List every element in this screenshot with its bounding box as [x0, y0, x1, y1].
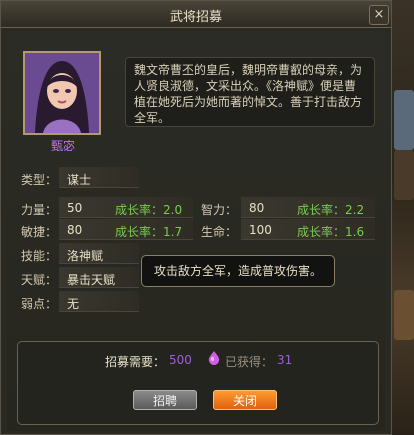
hero-name: 甄宓	[50, 139, 75, 153]
skill-value[interactable]: 洛神赋	[67, 247, 103, 264]
close-button[interactable]: 关闭	[213, 390, 277, 410]
type-value: 谋士	[67, 173, 92, 187]
hero-portrait	[23, 51, 101, 135]
background-character	[394, 290, 414, 340]
recruit-cost-label: 招募需要：	[105, 355, 166, 369]
soul-gem-icon	[208, 351, 220, 365]
background-scene	[392, 0, 414, 435]
owned-value: 31	[277, 353, 293, 367]
title-bar: 武将招募 ×	[1, 1, 391, 28]
weakness-label: 弱点：	[21, 297, 58, 311]
strength-growth: 成长率：2.0	[115, 203, 183, 217]
hero-bio: 魏文帝曹丕的皇后，魏明帝曹叡的母亲，为人贤良淑德，文采出众。《洛神赋》便是曹植在…	[125, 57, 375, 127]
agility-growth: 成长率：1.7	[115, 225, 183, 239]
life-value: 100	[249, 223, 272, 237]
intellect-value: 80	[249, 201, 265, 215]
strength-label: 力量：	[21, 203, 58, 217]
strength-value: 50	[67, 201, 83, 215]
weakness-value: 无	[67, 297, 80, 311]
dialog-title: 武将招募	[169, 10, 222, 25]
talent-value[interactable]: 暴击天赋	[67, 271, 115, 288]
recruit-cost-value: 500	[169, 353, 192, 367]
agility-value: 80	[67, 223, 83, 237]
recruit-button[interactable]: 招聘	[133, 390, 197, 410]
agility-label: 敏捷：	[21, 225, 58, 239]
life-growth: 成长率：1.6	[297, 225, 365, 239]
skill-tooltip: 攻击敌方全军，造成普攻伤害。	[141, 255, 335, 287]
intellect-label: 智力：	[201, 203, 238, 217]
background-character	[394, 90, 414, 150]
close-icon[interactable]: ×	[369, 5, 389, 25]
intellect-growth: 成长率：2.2	[297, 203, 365, 217]
talent-label: 天赋：	[21, 273, 58, 287]
type-label: 类型：	[21, 173, 58, 187]
skill-label: 技能：	[21, 249, 58, 263]
recruit-dialog: 武将招募 × 甄宓 魏文帝曹丕的皇后，魏明帝曹叡的母亲，为人贤良淑德，文采出众。…	[0, 0, 392, 435]
hero-portrait-art	[25, 53, 99, 133]
life-label: 生命：	[201, 225, 238, 239]
owned-label: 已获得：	[225, 355, 274, 369]
recruit-panel	[17, 341, 379, 425]
background-character	[394, 150, 414, 200]
